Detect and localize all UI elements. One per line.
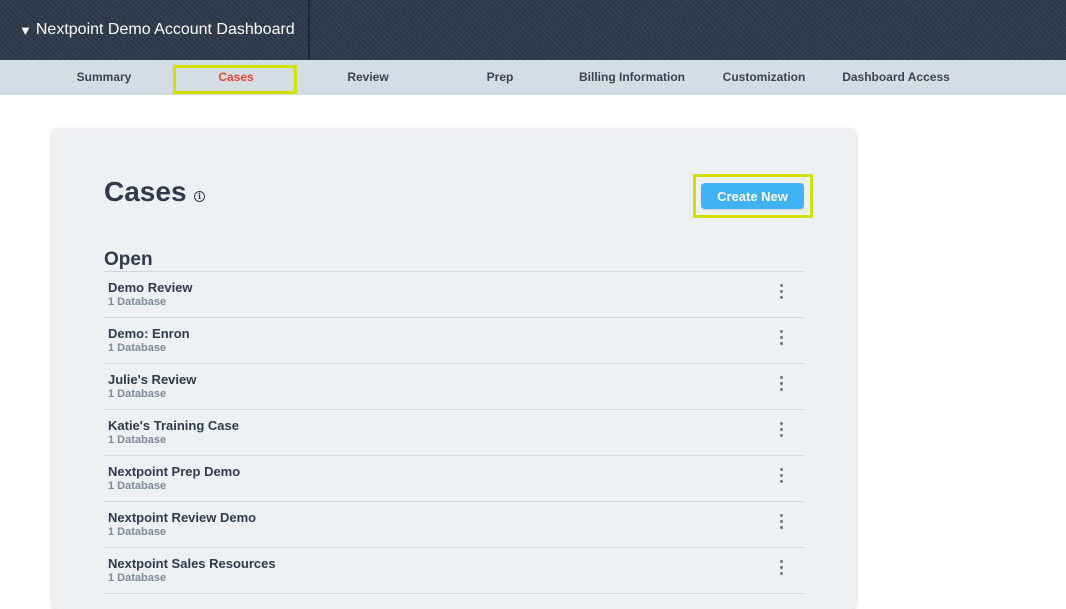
kebab-menu-icon[interactable] [776,466,788,486]
case-name[interactable]: Demo Review [108,280,193,295]
case-row[interactable]: Katie's Training Case 1 Database [104,410,804,456]
case-row[interactable]: Demo: Enron 1 Database [104,318,804,364]
tab-dashboard-access[interactable]: Dashboard Access [826,60,966,95]
tab-prep[interactable]: Prep [450,60,550,95]
case-database-count: 1 Database [108,296,167,308]
case-database-count: 1 Database [108,572,167,584]
kebab-menu-icon[interactable] [776,558,788,578]
case-name[interactable]: Katie's Training Case [108,418,239,433]
case-row[interactable]: Nextpoint Review Demo 1 Database [104,502,804,548]
tab-customization[interactable]: Customization [704,60,824,95]
tab-navigation: Summary Cases Review Prep Billing Inform… [0,60,1066,95]
kebab-menu-icon[interactable] [776,420,788,440]
top-header-bar: ▼ Nextpoint Demo Account Dashboard [0,0,1066,60]
kebab-menu-icon[interactable] [776,374,788,394]
tab-cases[interactable]: Cases [186,60,286,95]
case-name[interactable]: Nextpoint Review Demo [108,510,256,525]
case-row[interactable]: Julie's Review 1 Database [104,364,804,410]
case-name[interactable]: Nextpoint Prep Demo [108,464,240,479]
case-row[interactable]: Demo Review 1 Database [104,272,804,318]
page-title: Cases [104,176,187,207]
account-dashboard-menu[interactable]: ▼ Nextpoint Demo Account Dashboard [0,0,310,60]
create-new-button[interactable]: Create New [701,183,804,209]
kebab-menu-icon[interactable] [776,328,788,348]
case-name[interactable]: Julie's Review [108,372,196,387]
case-row[interactable]: Nextpoint Sales Resources 1 Database [104,548,804,594]
tab-billing-information[interactable]: Billing Information [562,60,702,95]
caret-down-icon: ▼ [19,22,32,38]
case-name[interactable]: Demo: Enron [108,326,190,341]
kebab-menu-icon[interactable] [776,282,788,302]
case-database-count: 1 Database [108,526,167,538]
open-section-heading: Open [104,249,153,270]
case-database-count: 1 Database [108,434,167,446]
account-title: Nextpoint Demo Account Dashboard [35,21,295,38]
case-database-count: 1 Database [108,388,167,400]
kebab-menu-icon[interactable] [776,512,788,532]
case-database-count: 1 Database [108,480,167,492]
case-database-count: 1 Database [108,342,167,354]
tab-review[interactable]: Review [318,60,418,95]
case-name[interactable]: Nextpoint Sales Resources [108,556,276,571]
case-row[interactable]: Nextpoint Prep Demo 1 Database [104,456,804,502]
tab-summary[interactable]: Summary [54,60,154,95]
open-cases-list: Demo Review 1 Database Demo: Enron 1 Dat… [104,271,804,594]
info-icon[interactable]: i [194,191,205,202]
